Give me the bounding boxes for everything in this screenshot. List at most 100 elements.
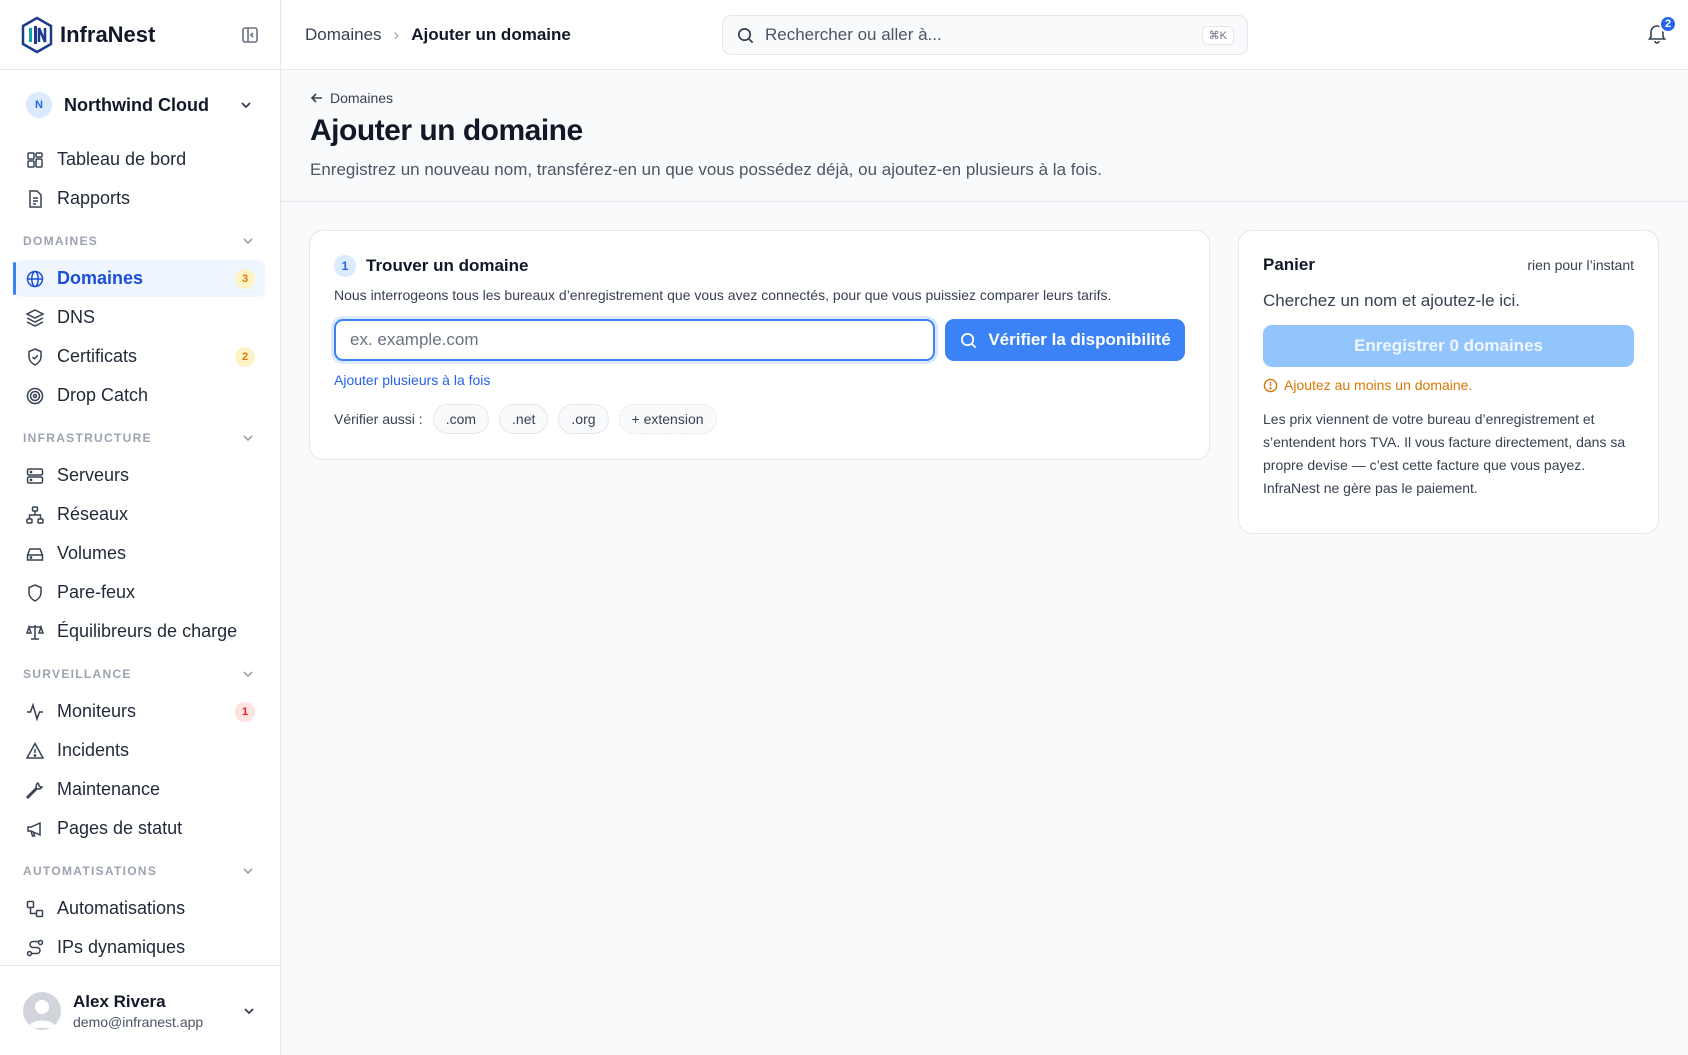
sidebar-item-dashboard[interactable]: Tableau de bord	[15, 141, 265, 178]
also-check-label: Vérifier aussi :	[334, 411, 423, 427]
sidebar-item-ips-dynamiques[interactable]: IPs dynamiques	[15, 929, 265, 966]
add-extension-button[interactable]: + extension	[618, 404, 717, 434]
sidebar-item-label: Certificats	[57, 346, 138, 366]
back-link[interactable]: Domaines	[310, 90, 1659, 106]
chevron-down-icon	[241, 102, 251, 109]
back-label: Domaines	[330, 90, 394, 106]
drive-icon	[26, 547, 44, 561]
sidebar-item-label: Automatisations	[57, 898, 186, 918]
network-icon	[26, 505, 44, 524]
target-icon	[26, 387, 44, 404]
document-icon	[29, 189, 42, 208]
search-placeholder: Rechercher ou aller à...	[765, 25, 942, 44]
org-avatar: N	[26, 92, 52, 118]
sidebar-item-reseaux[interactable]: Réseaux	[15, 496, 265, 533]
sidebar-item-automatisations[interactable]: Automatisations	[15, 890, 265, 927]
cart-title: Panier	[1263, 255, 1315, 274]
sidebar-item-pages-statut[interactable]: Pages de statut	[15, 810, 265, 847]
extension-chip-com[interactable]: .com	[432, 404, 490, 434]
sidebar-item-drop-catch[interactable]: Drop Catch	[15, 377, 265, 414]
page-title: Ajouter un domaine	[310, 114, 583, 147]
cart-warning: Ajoutez au moins un domaine.	[1263, 377, 1634, 393]
search-icon	[961, 332, 977, 348]
sidebar-item-label: DNS	[57, 307, 96, 327]
sidebar-item-maintenance[interactable]: Maintenance	[15, 771, 265, 808]
user-email: demo@infranest.app	[73, 1013, 204, 1030]
chevron-right-icon: ›	[393, 24, 400, 44]
notifications-button[interactable]: 2	[1646, 15, 1677, 44]
domain-search-input[interactable]	[334, 319, 935, 361]
breadcrumb-domaines[interactable]: Domaines	[305, 25, 382, 45]
user-avatar-icon	[28, 999, 56, 1028]
sidebar-item-equilibreurs[interactable]: Équilibreurs de charge	[15, 613, 265, 650]
section-title: DOMAINES	[23, 234, 99, 248]
warning-text: Ajoutez au moins un domaine.	[1284, 377, 1473, 393]
global-search[interactable]: Rechercher ou aller à... ⌘K	[722, 15, 1248, 55]
register-domains-button[interactable]: Enregistrer 0 domaines	[1263, 325, 1634, 367]
section-automatisations[interactable]: AUTOMATISATIONS	[0, 853, 280, 889]
user-name: Alex Rivera	[73, 991, 166, 1011]
sidebar-item-certificats[interactable]: Certificats 2	[15, 338, 265, 375]
org-name: Northwind Cloud	[64, 94, 209, 115]
sidebar-item-label: Rapports	[57, 188, 131, 208]
extension-chip-org[interactable]: .org	[558, 404, 609, 434]
section-title: INFRASTRUCTURE	[23, 431, 152, 445]
sidebar-item-label: Incidents	[57, 740, 130, 760]
section-title: SURVEILLANCE	[23, 667, 132, 681]
scale-icon	[25, 624, 45, 640]
sidebar-item-incidents[interactable]: Incidents	[15, 732, 265, 769]
sidebar-item-domaines[interactable]: Domaines 3	[13, 260, 265, 297]
shield-check-icon	[28, 347, 42, 366]
shield-icon	[28, 583, 42, 602]
find-domain-card: 1 Trouver un domaine Nous interrogeons t…	[309, 230, 1210, 460]
sidebar-item-reports[interactable]: Rapports	[15, 180, 265, 217]
sidebar-item-label: Équilibreurs de charge	[57, 621, 238, 641]
sidebar-item-label: Domaines	[57, 268, 144, 288]
dashboard-icon	[27, 151, 43, 168]
sidebar-item-pare-feux[interactable]: Pare-feux	[15, 574, 265, 611]
pricing-note: Les prix viennent de votre bureau d’enre…	[1263, 411, 1626, 496]
chevron-down-icon	[243, 435, 253, 442]
sidebar-item-volumes[interactable]: Volumes	[15, 535, 265, 572]
also-check-row: Vérifier aussi : .com .net .org + extens…	[334, 404, 1185, 434]
page-header: Domaines Ajouter un domaine Enregistrez …	[281, 70, 1688, 202]
collapse-sidebar-icon[interactable]	[240, 25, 260, 45]
org-switcher[interactable]: N Northwind Cloud	[0, 70, 280, 140]
cart-empty-text: Cherchez un nom et ajoutez-le ici.	[1263, 291, 1521, 310]
page-description: Enregistrez un nouveau nom, transférez-e…	[310, 160, 1102, 179]
count-badge: 2	[235, 346, 255, 367]
workflow-icon	[26, 900, 44, 917]
wrench-icon	[25, 781, 44, 799]
count-badge: 3	[235, 268, 255, 289]
sidebar-item-label: Serveurs	[57, 465, 130, 485]
route-icon	[26, 939, 44, 956]
cart-card: Panier rien pour l’instant Cherchez un n…	[1238, 230, 1659, 534]
sidebar-item-moniteurs[interactable]: Moniteurs 1	[15, 693, 265, 730]
check-availability-button[interactable]: Vérifier la disponibilité	[945, 319, 1185, 361]
sidebar-item-label: Tableau de bord	[57, 149, 187, 169]
sidebar-item-serveurs[interactable]: Serveurs	[15, 457, 265, 494]
step-number: 1	[334, 255, 356, 277]
bulk-add-link[interactable]: Ajouter plusieurs à la fois	[334, 372, 490, 388]
sidebar-item-label: IPs dynamiques	[57, 937, 186, 957]
topbar: Domaines › Ajouter un domaine Rechercher…	[281, 0, 1688, 70]
section-domaines[interactable]: DOMAINES	[0, 223, 280, 259]
breadcrumb: Domaines › Ajouter un domaine	[281, 25, 571, 45]
megaphone-icon	[27, 821, 41, 837]
chevron-down-icon	[243, 868, 253, 875]
arrow-left-icon	[310, 93, 322, 103]
globe-icon	[26, 270, 44, 287]
sidebar-item-label: Volumes	[57, 543, 127, 563]
section-infrastructure[interactable]: INFRASTRUCTURE	[0, 420, 280, 456]
extension-chip-net[interactable]: .net	[499, 404, 549, 434]
section-surveillance[interactable]: SURVEILLANCE	[0, 656, 280, 692]
brand: InfraNest	[0, 0, 280, 70]
sidebar-item-dns[interactable]: DNS	[15, 299, 265, 336]
chevron-down-icon	[243, 238, 253, 245]
infranest-logo-icon	[21, 16, 53, 53]
sidebar-item-label: Pare-feux	[57, 582, 136, 602]
sidebar-item-label: Moniteurs	[57, 701, 137, 721]
avatar	[23, 991, 61, 1030]
user-menu[interactable]: Alex Rivera demo@infranest.app	[0, 965, 280, 1055]
sidebar-item-label: Maintenance	[57, 779, 161, 799]
